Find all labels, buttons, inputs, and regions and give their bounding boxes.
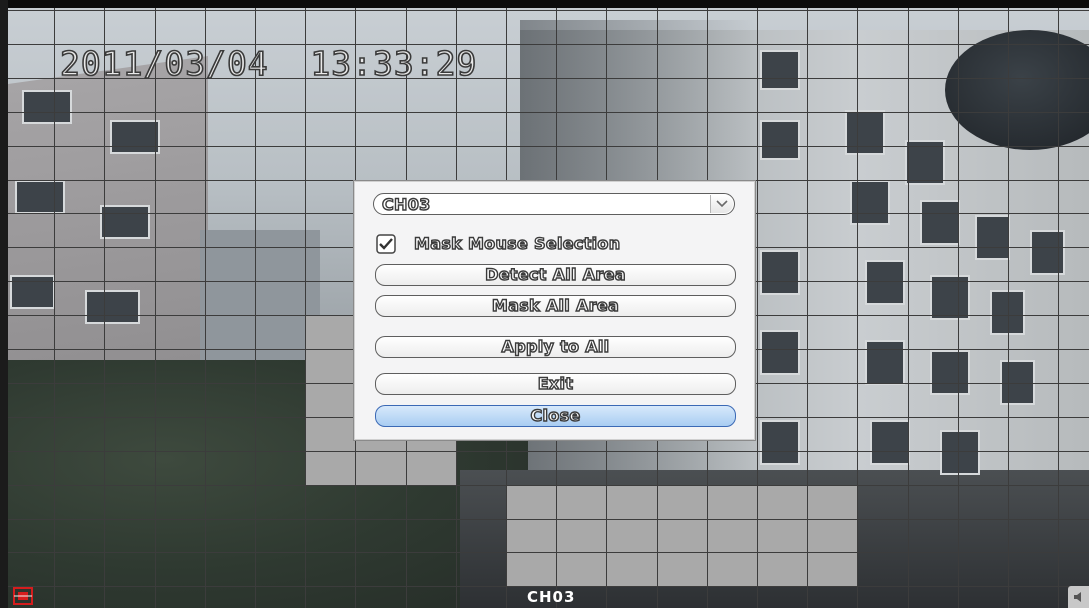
window	[930, 350, 970, 395]
window	[760, 50, 800, 90]
close-button[interactable]: Close	[375, 405, 736, 427]
speaker-glyph	[1074, 592, 1081, 602]
window	[845, 110, 885, 155]
window	[975, 215, 1010, 260]
record-icon	[13, 587, 33, 605]
window	[110, 120, 160, 154]
window	[870, 420, 910, 465]
window	[100, 205, 150, 239]
window	[15, 180, 65, 214]
channel-label: CH03	[527, 588, 576, 606]
window	[1000, 360, 1035, 405]
window	[865, 260, 905, 305]
channel-select-value: CH03	[381, 194, 431, 214]
window	[85, 290, 140, 324]
mask-mouse-selection-checkbox[interactable]: Mask Mouse Selection	[376, 233, 736, 255]
checkmark-icon[interactable]	[376, 234, 396, 254]
speaker-icon[interactable]	[1068, 586, 1089, 608]
mask-all-area-button[interactable]: Mask All Area	[375, 295, 736, 317]
apply-to-all-button[interactable]: Apply to All	[375, 336, 736, 358]
masked-cell-block[interactable]	[506, 485, 857, 586]
timestamp-overlay: 2011/03/04 13:33:29	[59, 43, 478, 84]
window	[1030, 230, 1065, 275]
exit-button[interactable]: Exit	[375, 373, 736, 395]
mask-mouse-selection-label: Mask Mouse Selection	[413, 233, 621, 253]
detect-all-area-button[interactable]: Detect All Area	[375, 264, 736, 286]
motion-mask-dialog: CH03 Mask Mouse Selection Detect All Are…	[353, 180, 756, 441]
window	[22, 90, 72, 124]
window	[760, 120, 800, 160]
window	[865, 340, 905, 385]
channel-select[interactable]: CH03	[373, 193, 735, 215]
window	[905, 140, 945, 185]
window	[920, 200, 960, 245]
camera-view[interactable]: 2011/03/04 13:33:29 CH03 CH03 Mask Mouse…	[0, 0, 1089, 608]
window	[990, 290, 1025, 335]
frame-top	[0, 0, 1089, 8]
window	[940, 430, 980, 475]
window	[850, 180, 890, 225]
window	[760, 420, 800, 465]
window	[10, 275, 55, 309]
window	[760, 330, 800, 375]
chevron-down-icon[interactable]	[710, 195, 733, 213]
window	[930, 275, 970, 320]
window	[760, 250, 800, 295]
frame-left	[0, 0, 8, 608]
